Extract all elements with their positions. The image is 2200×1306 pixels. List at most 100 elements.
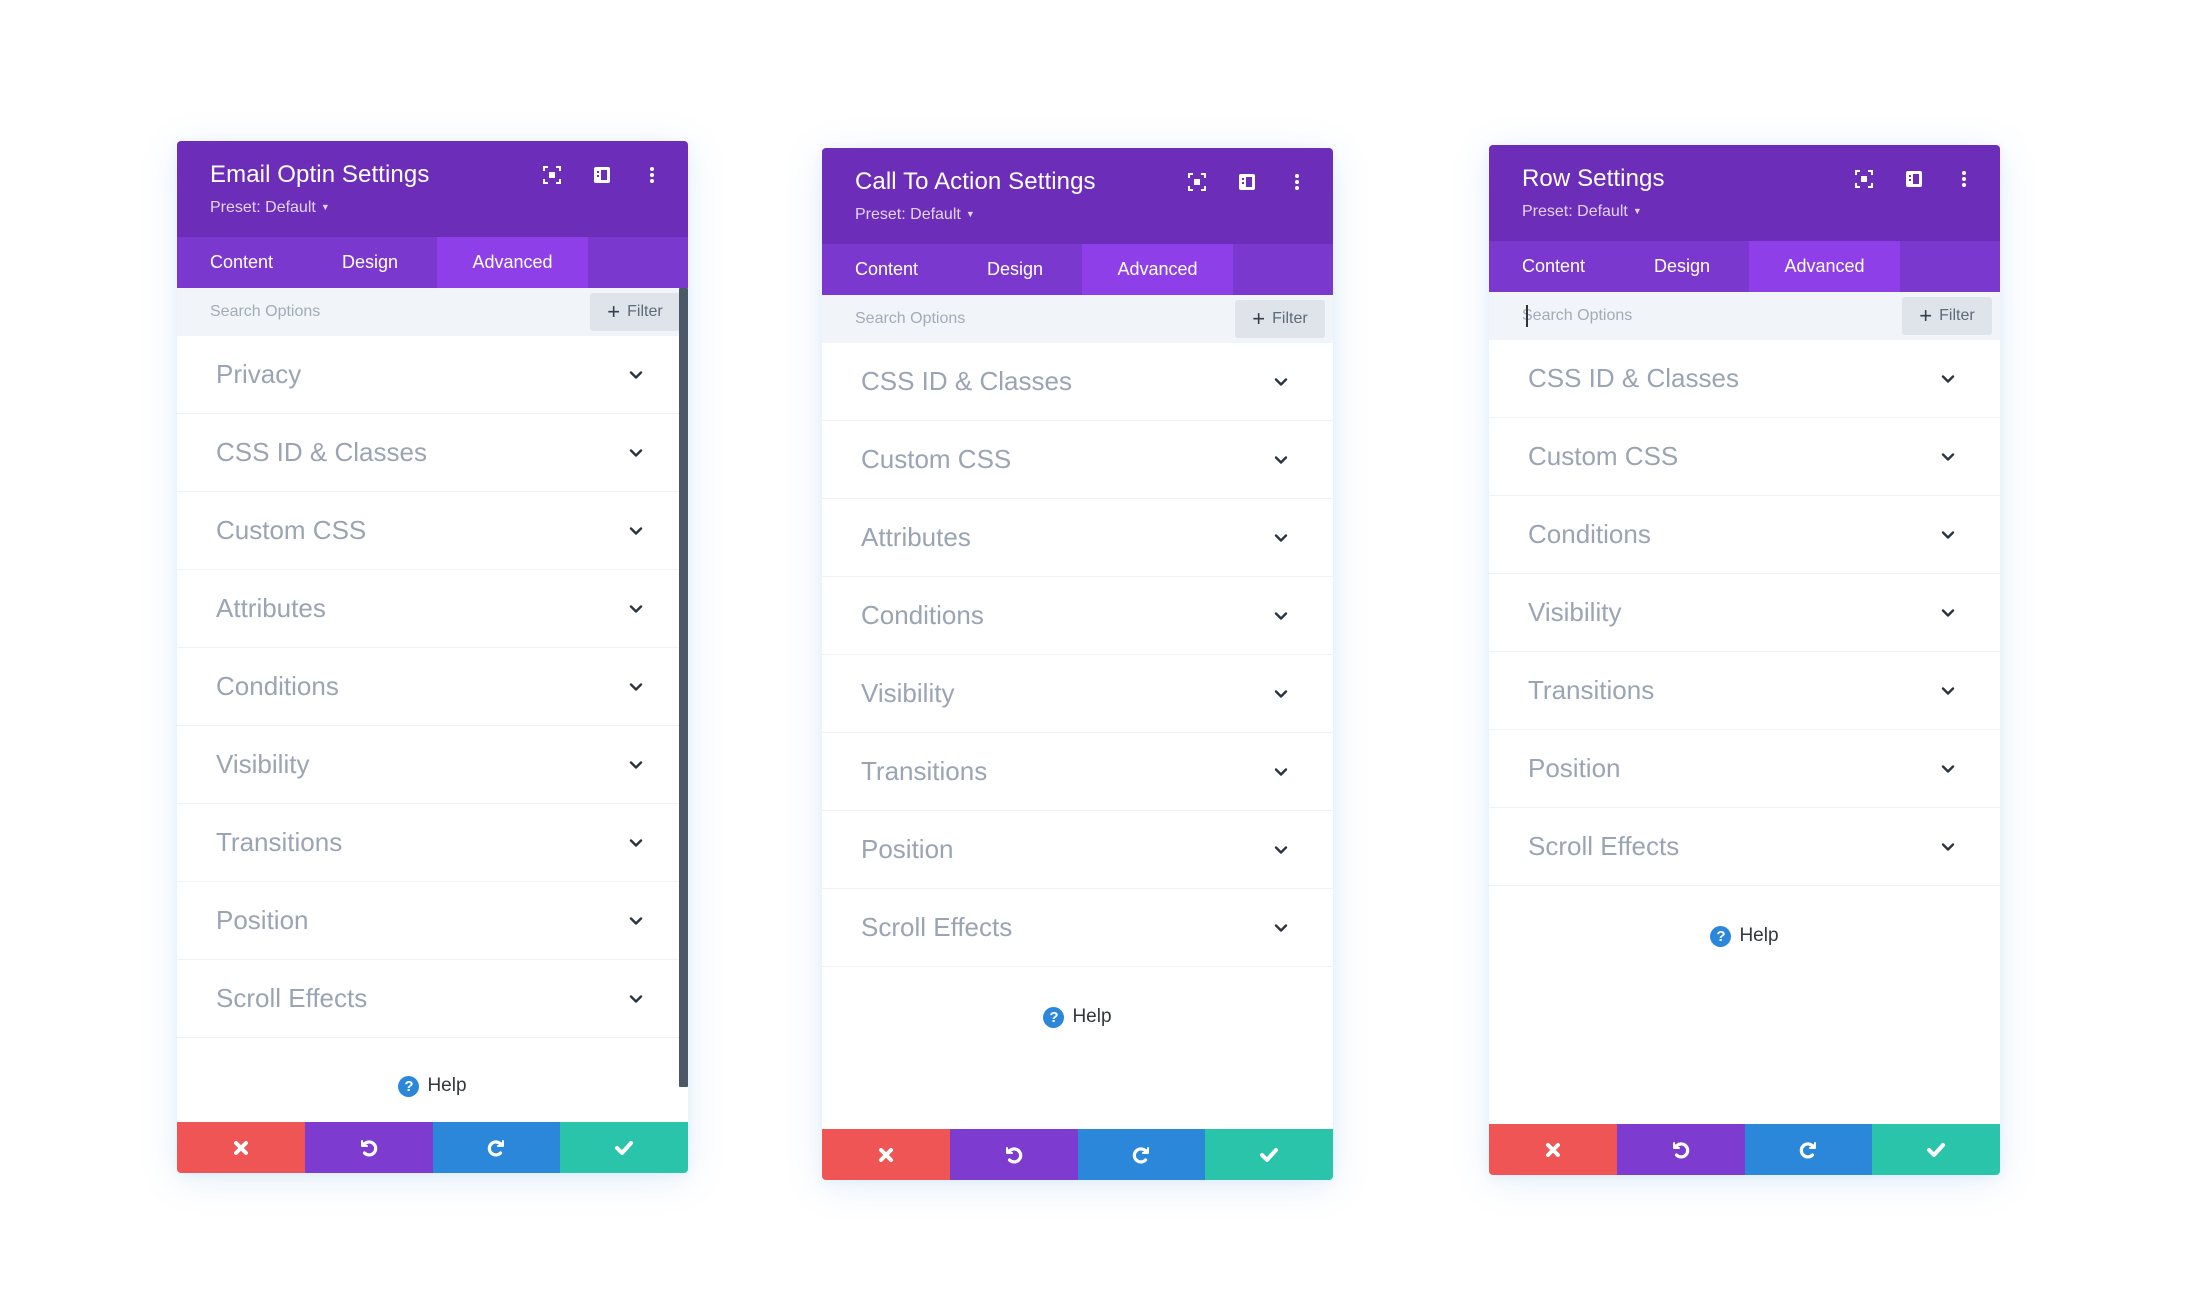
search-input[interactable] xyxy=(855,295,1175,343)
option-group-row[interactable]: Custom CSS xyxy=(822,421,1333,499)
save-button[interactable] xyxy=(560,1122,688,1173)
tab-design[interactable]: Design xyxy=(309,237,437,288)
discard-button[interactable] xyxy=(822,1129,950,1180)
tab-content[interactable]: Content xyxy=(177,237,309,288)
save-button[interactable] xyxy=(1872,1124,2000,1175)
chevron-down-icon[interactable] xyxy=(628,601,644,617)
focus-mode-icon[interactable] xyxy=(1854,169,1874,189)
filter-button[interactable]: + Filter xyxy=(1902,297,1992,335)
help-link[interactable]: ? Help xyxy=(177,1075,688,1097)
undo-button[interactable] xyxy=(949,1129,1078,1180)
option-group-row[interactable]: Conditions xyxy=(177,648,688,726)
plus-icon: + xyxy=(607,299,621,324)
split-view-icon[interactable] xyxy=(592,165,612,185)
search-input[interactable] xyxy=(1522,292,1842,340)
tab-design[interactable]: Design xyxy=(1621,241,1749,292)
option-group-label: Attributes xyxy=(861,522,971,552)
panel-footer xyxy=(822,1129,1333,1180)
preset-dropdown[interactable]: Preset: Default ▼ xyxy=(1522,203,1642,221)
panel-header[interactable]: Row Settings Preset: Default ▼ xyxy=(1489,145,2000,241)
option-group-row[interactable]: Transitions xyxy=(822,733,1333,811)
option-group-row[interactable]: Custom CSS xyxy=(177,492,688,570)
chevron-down-icon[interactable] xyxy=(1940,605,1956,621)
option-group-row[interactable]: Scroll Effects xyxy=(1489,808,2000,886)
option-group-row[interactable]: Visibility xyxy=(822,655,1333,733)
discard-button[interactable] xyxy=(1489,1124,1617,1175)
chevron-down-icon[interactable] xyxy=(628,679,644,695)
chevron-down-icon[interactable] xyxy=(1940,683,1956,699)
focus-mode-icon[interactable] xyxy=(1187,172,1207,192)
chevron-down-icon[interactable] xyxy=(628,913,644,929)
option-group-row[interactable]: Visibility xyxy=(1489,574,2000,652)
option-group-row[interactable]: Scroll Effects xyxy=(177,960,688,1038)
chevron-down-icon[interactable] xyxy=(628,445,644,461)
help-link[interactable]: ? Help xyxy=(822,1006,1333,1028)
chevron-down-icon[interactable] xyxy=(1273,374,1289,390)
redo-button[interactable] xyxy=(432,1122,561,1173)
option-group-row[interactable]: Scroll Effects xyxy=(822,889,1333,967)
save-button[interactable] xyxy=(1205,1129,1333,1180)
chevron-down-icon[interactable] xyxy=(1940,761,1956,777)
option-group-row[interactable]: CSS ID & Classes xyxy=(1489,340,2000,418)
tab-content[interactable]: Content xyxy=(1489,241,1621,292)
tab-content[interactable]: Content xyxy=(822,244,954,295)
option-group-row[interactable]: Position xyxy=(177,882,688,960)
option-group-row[interactable]: CSS ID & Classes xyxy=(177,414,688,492)
chevron-down-icon[interactable] xyxy=(628,523,644,539)
option-group-row[interactable]: Transitions xyxy=(1489,652,2000,730)
redo-button[interactable] xyxy=(1077,1129,1206,1180)
focus-mode-icon[interactable] xyxy=(542,165,562,185)
tab-advanced[interactable]: Advanced xyxy=(1082,244,1233,295)
search-input[interactable] xyxy=(210,288,530,336)
preset-dropdown[interactable]: Preset: Default ▼ xyxy=(855,206,975,224)
filter-button[interactable]: + Filter xyxy=(590,293,680,331)
tab-advanced[interactable]: Advanced xyxy=(1749,241,1900,292)
chevron-down-icon[interactable] xyxy=(1940,527,1956,543)
discard-button[interactable] xyxy=(177,1122,305,1173)
option-group-label: Scroll Effects xyxy=(216,983,368,1013)
tab-advanced[interactable]: Advanced xyxy=(437,237,588,288)
option-group-row[interactable]: Attributes xyxy=(177,570,688,648)
more-options-icon[interactable] xyxy=(1954,169,1974,189)
help-link[interactable]: ? Help xyxy=(1489,925,2000,947)
option-group-row[interactable]: Custom CSS xyxy=(1489,418,2000,496)
option-group-row[interactable]: Position xyxy=(1489,730,2000,808)
panel-header[interactable]: Email Optin Settings Preset: Default ▼ xyxy=(177,141,688,237)
more-options-icon[interactable] xyxy=(1287,172,1307,192)
scrollbar[interactable] xyxy=(679,288,688,1087)
undo-button[interactable] xyxy=(304,1122,433,1173)
chevron-down-icon[interactable] xyxy=(628,757,644,773)
option-group-row[interactable]: Conditions xyxy=(1489,496,2000,574)
panel-header[interactable]: Call To Action Settings Preset: Default ▼ xyxy=(822,148,1333,244)
chevron-down-icon[interactable] xyxy=(1273,920,1289,936)
chevron-down-icon[interactable] xyxy=(1273,530,1289,546)
preset-dropdown[interactable]: Preset: Default ▼ xyxy=(210,199,330,217)
option-group-row[interactable]: Transitions xyxy=(177,804,688,882)
redo-button[interactable] xyxy=(1744,1124,1873,1175)
option-group-label: Conditions xyxy=(861,600,984,630)
chevron-down-icon[interactable] xyxy=(1940,839,1956,855)
filter-button[interactable]: + Filter xyxy=(1235,300,1325,338)
chevron-down-icon[interactable] xyxy=(1940,371,1956,387)
tab-design[interactable]: Design xyxy=(954,244,1082,295)
chevron-down-icon[interactable] xyxy=(1273,842,1289,858)
option-group-row[interactable]: Position xyxy=(822,811,1333,889)
more-options-icon[interactable] xyxy=(642,165,662,185)
undo-button[interactable] xyxy=(1616,1124,1745,1175)
option-group-label: Custom CSS xyxy=(216,515,367,545)
option-group-row[interactable]: Conditions xyxy=(822,577,1333,655)
option-group-row[interactable]: Visibility xyxy=(177,726,688,804)
chevron-down-icon[interactable] xyxy=(1273,452,1289,468)
split-view-icon[interactable] xyxy=(1904,169,1924,189)
chevron-down-icon[interactable] xyxy=(1273,764,1289,780)
option-group-row[interactable]: Attributes xyxy=(822,499,1333,577)
split-view-icon[interactable] xyxy=(1237,172,1257,192)
chevron-down-icon[interactable] xyxy=(628,991,644,1007)
chevron-down-icon[interactable] xyxy=(628,835,644,851)
option-group-row[interactable]: Privacy xyxy=(177,336,688,414)
chevron-down-icon[interactable] xyxy=(1273,686,1289,702)
option-group-row[interactable]: CSS ID & Classes xyxy=(822,343,1333,421)
chevron-down-icon[interactable] xyxy=(1940,449,1956,465)
chevron-down-icon[interactable] xyxy=(1273,608,1289,624)
chevron-down-icon[interactable] xyxy=(628,367,644,383)
